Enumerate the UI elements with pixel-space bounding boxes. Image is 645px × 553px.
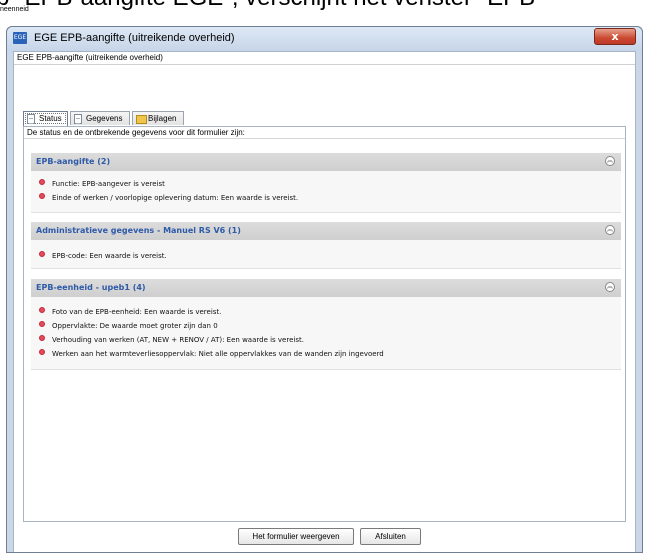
- window-client-area: EGE EPB-aangifte (uitreikende overheid) …: [13, 51, 636, 552]
- section-header[interactable]: EPB-aangifte (2) ︽: [31, 153, 621, 171]
- background-small-text: neenneid: [0, 6, 29, 13]
- section-title: EPB-aangifte (2): [36, 157, 111, 166]
- close-button[interactable]: Afsluiten: [360, 528, 421, 545]
- dialog-window: EGE EGE EPB-aangifte (uitreikende overhe…: [6, 26, 643, 553]
- list-item: EPB-code: Een waarde is vereist.: [39, 251, 167, 260]
- error-bullet-icon: [39, 321, 45, 327]
- window-title: EGE EPB-aangifte (uitreikende overheid): [34, 32, 235, 44]
- tab-status[interactable]: Status: [23, 111, 68, 126]
- status-panel: De status en de ontbrekende gegevens voo…: [23, 126, 626, 522]
- tab-bijlagen[interactable]: Bijlagen: [132, 111, 184, 125]
- list-item: Oppervlakte: De waarde moet groter zijn …: [39, 321, 218, 330]
- list-item: Einde of werken / voorlopige oplevering …: [39, 193, 298, 202]
- document-icon: [27, 114, 35, 124]
- document-icon: [74, 114, 82, 124]
- dialog-footer: Het formulier weergeven Afsluiten: [14, 528, 635, 545]
- app-icon: EGE: [13, 32, 27, 44]
- error-bullet-icon: [39, 349, 45, 355]
- collapse-icon[interactable]: ︽: [605, 282, 615, 292]
- tab-gegevens[interactable]: Gegevens: [70, 111, 130, 125]
- section-epb-aangifte: EPB-aangifte (2) ︽ Functie: EPB-aangever…: [31, 153, 621, 213]
- list-item: Verhouding van werken (AT, NEW + RENOV /…: [39, 335, 304, 344]
- list-item: Werken aan het warmteverliesoppervlak: N…: [39, 349, 384, 358]
- collapse-icon[interactable]: ︽: [605, 156, 615, 166]
- section-administratieve-gegevens: Administratieve gegevens - Manuel RS V6 …: [31, 222, 621, 269]
- collapse-icon[interactable]: ︽: [605, 225, 615, 235]
- tab-status-label: Status: [39, 114, 62, 123]
- section-header[interactable]: Administratieve gegevens - Manuel RS V6 …: [31, 222, 621, 240]
- show-form-button[interactable]: Het formulier weergeven: [238, 528, 354, 545]
- tab-bijlagen-label: Bijlagen: [148, 114, 177, 123]
- error-bullet-icon: [39, 193, 45, 199]
- background-document-text: p "EPB-aangifte EGE", verschijnt het ven…: [0, 0, 535, 12]
- list-item: Functie: EPB-aangever is vereist: [39, 179, 165, 188]
- title-bar[interactable]: EGE EGE EPB-aangifte (uitreikende overhe…: [7, 27, 642, 51]
- intro-divider: [24, 138, 625, 139]
- window-subtitle: EGE EPB-aangifte (uitreikende overheid): [17, 53, 163, 62]
- list-item: Foto van de EPB-eenheid: Een waarde is v…: [39, 307, 221, 316]
- section-header[interactable]: EPB-eenheid - upeb1 (4) ︽: [31, 279, 621, 297]
- error-bullet-icon: [39, 335, 45, 341]
- folder-icon: [136, 115, 147, 124]
- tab-gegevens-label: Gegevens: [86, 114, 123, 123]
- status-intro-text: De status en de ontbrekende gegevens voo…: [27, 128, 245, 137]
- section-epb-eenheid: EPB-eenheid - upeb1 (4) ︽ Foto van de EP…: [31, 279, 621, 370]
- section-title: Administratieve gegevens - Manuel RS V6 …: [36, 226, 241, 235]
- error-bullet-icon: [39, 179, 45, 185]
- subtitle-divider: [14, 64, 635, 65]
- error-bullet-icon: [39, 251, 45, 257]
- section-title: EPB-eenheid - upeb1 (4): [36, 283, 146, 292]
- error-bullet-icon: [39, 307, 45, 313]
- close-window-button[interactable]: x: [594, 28, 636, 45]
